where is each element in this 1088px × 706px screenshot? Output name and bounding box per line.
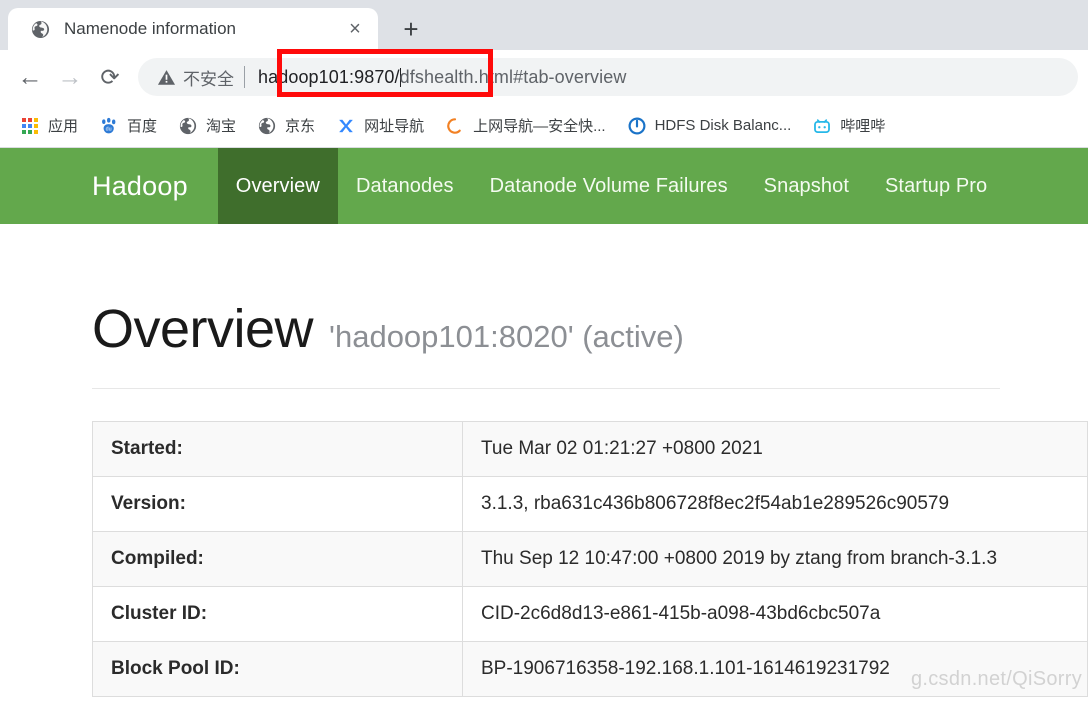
bookmark-baidu[interactable]: du 百度 xyxy=(93,111,164,141)
page-title-row: Overview 'hadoop101:8020' (active) xyxy=(92,224,1088,360)
bookmark-jd[interactable]: 京东 xyxy=(251,111,322,141)
table-cell-value: 3.1.3, rba631c436b806728f8ec2f54ab1e2895… xyxy=(462,476,1088,532)
bookmark-hao123[interactable]: 网址导航 xyxy=(330,111,431,141)
nav-tab-snapshot[interactable]: Snapshot xyxy=(746,148,867,224)
table-row: Block Pool ID: BP-1906716358-192.168.1.1… xyxy=(92,641,1088,697)
table-row: Cluster ID: CID-2c6d8d13-e861-415b-a098-… xyxy=(92,586,1088,642)
page-title: Overview xyxy=(92,299,314,359)
nav-tab-datanodes[interactable]: Datanodes xyxy=(338,148,472,224)
browser-toolbar: ← → ⟳ 不安全 hadoop101:9870/dfshealth.html#… xyxy=(0,50,1088,104)
globe-icon xyxy=(179,117,197,135)
bookmark-bilibili[interactable]: 哔哩哔 xyxy=(806,111,892,141)
bilibili-tv-icon xyxy=(813,117,831,135)
new-tab-button[interactable]: + xyxy=(394,12,428,46)
table-cell-value: Thu Sep 12 10:47:00 +0800 2019 by ztang … xyxy=(462,531,1088,587)
omnibox-divider xyxy=(244,66,245,88)
url-host-part: hadoop101:9870/ xyxy=(258,66,400,87)
bookmark-label: 京东 xyxy=(285,118,316,135)
table-cell-value: BP-1906716358-192.168.1.101-161461923179… xyxy=(462,641,1088,697)
divider xyxy=(92,388,1000,389)
close-icon[interactable]: × xyxy=(342,16,368,42)
hadoop-navbar: Hadoop Overview Datanodes Datanode Volum… xyxy=(0,148,1088,224)
baidu-paw-icon: du xyxy=(100,117,118,135)
apps-grid-icon xyxy=(21,117,39,135)
reload-button[interactable]: ⟳ xyxy=(90,57,130,97)
security-status-label: 不安全 xyxy=(183,69,234,89)
globe-icon xyxy=(258,117,276,135)
bookmark-label: 上网导航—安全快... xyxy=(473,118,606,135)
back-button[interactable]: ← xyxy=(10,57,50,97)
browser-tab-namenode-information[interactable]: Namenode information × xyxy=(8,8,378,50)
table-cell-key: Block Pool ID: xyxy=(92,641,463,697)
url-path-part: dfshealth.html#tab-overview xyxy=(399,66,627,87)
address-bar-url[interactable]: hadoop101:9870/dfshealth.html#tab-overvi… xyxy=(258,67,626,88)
overview-section: Overview 'hadoop101:8020' (active) Start… xyxy=(0,224,1088,697)
ring-icon xyxy=(446,117,464,135)
bookmark-label: 百度 xyxy=(127,118,158,135)
nav-tab-startup-progress[interactable]: Startup Pro xyxy=(867,148,1005,224)
table-cell-key: Version: xyxy=(92,476,463,532)
bookmark-label: 应用 xyxy=(48,118,79,135)
page-subtitle: 'hadoop101:8020' (active) xyxy=(329,319,684,354)
table-cell-value: CID-2c6d8d13-e861-415b-a098-43bd6cbc507a xyxy=(462,586,1088,642)
bookmark-label: 哔哩哔 xyxy=(840,118,886,135)
globe-icon xyxy=(30,19,50,39)
hao123-icon xyxy=(337,117,355,135)
table-row: Compiled: Thu Sep 12 10:47:00 +0800 2019… xyxy=(92,531,1088,587)
tab-strip: Namenode information × + xyxy=(0,0,1088,50)
bookmark-label: 淘宝 xyxy=(206,118,237,135)
address-bar[interactable]: 不安全 hadoop101:9870/dfshealth.html#tab-ov… xyxy=(138,58,1078,96)
browser-window: Namenode information × + ← → ⟳ 不安全 hadoo… xyxy=(0,0,1088,706)
svg-text:du: du xyxy=(106,126,112,132)
nav-tab-overview[interactable]: Overview xyxy=(217,148,338,224)
bookmark-hdfs-disk-balancer[interactable]: HDFS Disk Balanc... xyxy=(621,111,799,141)
hadoop-brand[interactable]: Hadoop xyxy=(0,148,218,224)
page-content: Hadoop Overview Datanodes Datanode Volum… xyxy=(0,148,1088,697)
table-row: Started: Tue Mar 02 01:21:27 +0800 2021 xyxy=(92,421,1088,477)
table-cell-key: Compiled: xyxy=(92,531,463,587)
nav-tab-datanode-volume-failures[interactable]: Datanode Volume Failures xyxy=(472,148,746,224)
table-cell-key: Cluster ID: xyxy=(92,586,463,642)
bookmark-label: 网址导航 xyxy=(364,118,425,135)
overview-table: Started: Tue Mar 02 01:21:27 +0800 2021 … xyxy=(92,421,1088,697)
bookmark-label: HDFS Disk Balanc... xyxy=(654,117,792,134)
hdfs-icon xyxy=(628,117,646,135)
bookmark-apps[interactable]: 应用 xyxy=(14,111,85,141)
browser-tab-title: Namenode information xyxy=(64,19,236,38)
bookmark-taobao[interactable]: 淘宝 xyxy=(172,111,243,141)
table-cell-key: Started: xyxy=(92,421,463,477)
forward-button[interactable]: → xyxy=(50,57,90,97)
bookmarks-bar: 应用 du 百度 淘宝 京东 网址导航 上网导航—安全快... HDFS Dis… xyxy=(0,104,1088,148)
table-cell-value: Tue Mar 02 01:21:27 +0800 2021 xyxy=(462,421,1088,477)
warning-triangle-icon[interactable] xyxy=(156,67,176,87)
table-row: Version: 3.1.3, rba631c436b806728f8ec2f5… xyxy=(92,476,1088,532)
bookmark-shangwang-daohang[interactable]: 上网导航—安全快... xyxy=(439,111,613,141)
